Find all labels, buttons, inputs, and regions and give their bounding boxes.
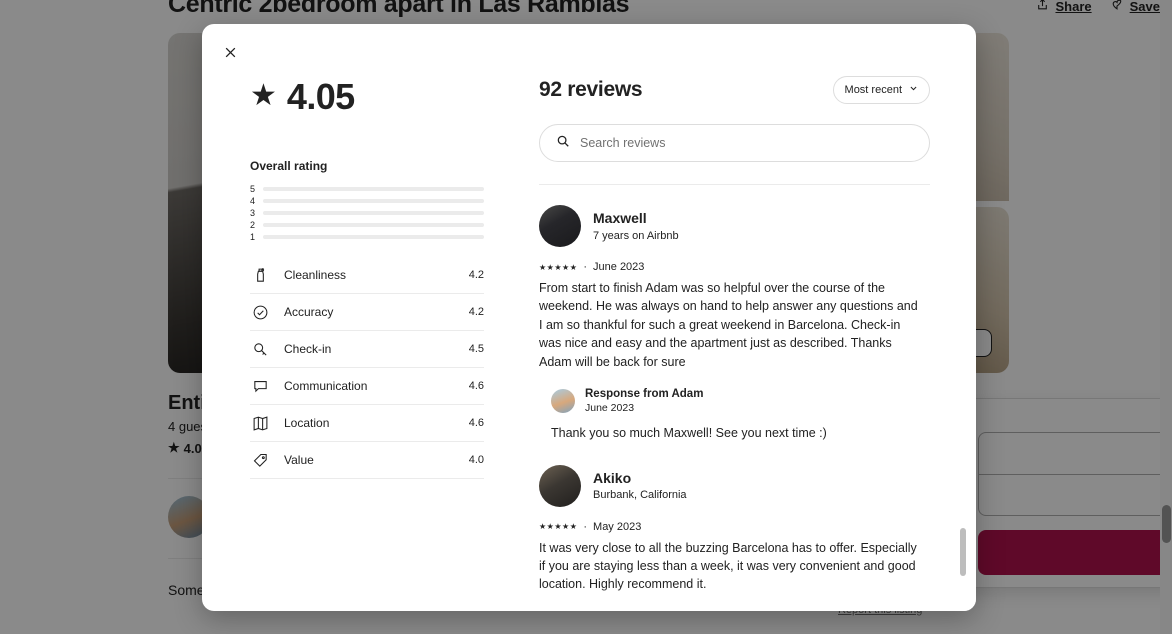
message-bubble-icon	[250, 376, 270, 396]
review-meta: ★★★★★ · May 2023	[539, 521, 924, 533]
reviews-count-title: 92 reviews	[539, 78, 643, 101]
search-reviews-field[interactable]	[539, 124, 930, 162]
reviewer-subtitle: 7 years on Airbnb	[593, 229, 679, 242]
search-input[interactable]	[580, 136, 913, 150]
rating-bar-row: 5	[250, 183, 484, 195]
reviewer-identity: Maxwell 7 years on Airbnb	[593, 210, 679, 242]
category-row-communication: Communication 4.6	[250, 368, 484, 405]
category-label: Value	[284, 453, 314, 467]
star-rating-icons: ★★★★★	[539, 262, 578, 272]
rating-bar-track	[263, 235, 484, 239]
reviewer-header: Akiko Burbank, California	[539, 464, 924, 507]
divider	[539, 184, 930, 185]
rating-bar-track	[263, 223, 484, 227]
star-icon: ★	[250, 79, 277, 112]
host-response-title: Response from Adam	[585, 610, 703, 612]
rating-level-label: 3	[250, 208, 256, 218]
category-value: 4.6	[468, 380, 484, 392]
reviews-header: 92 reviews Most recent	[539, 76, 946, 104]
star-rating-icons: ★★★★★	[539, 522, 578, 532]
reviewer-name: Maxwell	[593, 210, 647, 227]
host-response: Response from Adam June 2023 Thank you s…	[551, 387, 924, 443]
rating-bar-row: 2	[250, 219, 484, 231]
tag-icon	[250, 450, 270, 470]
review-meta: ★★★★★ · June 2023	[539, 261, 924, 273]
overall-rating-label: Overall rating	[250, 159, 328, 173]
screen: Centric 2bedroom apart in Las Ramblas Sh…	[0, 0, 1172, 634]
reviews-modal: ★ 4.05 Overall rating 5 4 3 2 1 Cleanlin…	[202, 24, 976, 611]
host-response-header: Response from Adam June 2023	[551, 387, 924, 414]
avatar	[539, 205, 581, 247]
category-row-checkin: Check-in 4.5	[250, 331, 484, 368]
review-text: It was very close to all the buzzing Bar…	[539, 540, 917, 592]
host-response-text: Thank you so much Maxwell! See you next …	[551, 426, 827, 441]
reviews-panel: 92 reviews Most recent Search reviews Ma…	[524, 68, 976, 611]
host-avatar	[551, 388, 575, 413]
host-response: Response from Adam June 2023 I appreciat…	[551, 610, 924, 612]
host-response-identity: Response from Adam June 2023	[585, 610, 703, 612]
category-ratings: Cleanliness 4.2 Accuracy 4.2 Check-in 4.…	[250, 257, 484, 479]
rating-bar-row: 1	[250, 231, 484, 243]
overall-score: ★ 4.05	[250, 76, 484, 118]
review-item: Maxwell 7 years on Airbnb ★★★★★ · June 2…	[539, 205, 924, 443]
rating-level-label: 2	[250, 220, 256, 230]
rating-bar-row: 3	[250, 207, 484, 219]
category-value: 4.0	[468, 454, 484, 466]
category-label: Cleanliness	[284, 268, 347, 282]
sort-dropdown[interactable]: Most recent	[832, 76, 930, 104]
map-icon	[250, 413, 270, 433]
review-date: May 2023	[593, 520, 642, 533]
category-label: Location	[284, 416, 330, 430]
category-row-accuracy: Accuracy 4.2	[250, 294, 484, 331]
avatar	[539, 464, 581, 507]
ratings-summary-panel: ★ 4.05 Overall rating 5 4 3 2 1 Cleanlin…	[202, 68, 524, 611]
rating-level-label: 5	[250, 184, 256, 194]
review-item: Akiko Burbank, California ★★★★★ · May 20…	[539, 464, 924, 612]
category-row-cleanliness: Cleanliness 4.2	[250, 257, 484, 294]
host-response-identity: Response from Adam June 2023	[585, 387, 703, 414]
host-response-header: Response from Adam June 2023	[551, 610, 924, 612]
host-response-date: June 2023	[585, 402, 635, 415]
key-icon	[250, 339, 270, 359]
review-separator: ·	[583, 261, 588, 273]
review-date: June 2023	[593, 261, 645, 273]
category-row-location: Location 4.6	[250, 405, 484, 442]
rating-bar-track	[263, 199, 484, 203]
category-row-value: Value 4.0	[250, 442, 484, 479]
spray-bottle-icon	[250, 265, 270, 285]
modal-scrollbar[interactable]	[960, 68, 966, 603]
chevron-down-icon	[909, 84, 918, 96]
reviews-list: Maxwell 7 years on Airbnb ★★★★★ · June 2…	[539, 205, 946, 611]
rating-bar-track	[263, 211, 484, 215]
category-value: 4.2	[468, 306, 484, 318]
reviewer-header: Maxwell 7 years on Airbnb	[539, 205, 924, 247]
category-label: Accuracy	[284, 305, 334, 319]
category-label: Check-in	[284, 342, 332, 356]
rating-level-label: 4	[250, 196, 256, 206]
check-circle-icon	[250, 302, 270, 322]
rating-bar-row: 4	[250, 195, 484, 207]
reviewer-identity: Akiko Burbank, California	[593, 470, 687, 502]
category-value: 4.5	[468, 343, 484, 355]
category-label: Communication	[284, 379, 368, 393]
search-icon	[556, 134, 570, 153]
modal-scrollbar-thumb[interactable]	[960, 528, 966, 576]
sort-dropdown-value: Most recent	[844, 84, 902, 96]
category-value: 4.2	[468, 269, 484, 281]
review-separator: ·	[583, 520, 588, 533]
overall-score-value: 4.05	[286, 76, 355, 117]
rating-distribution: 5 4 3 2 1	[250, 183, 484, 243]
rating-bar-track	[263, 187, 484, 191]
category-value: 4.6	[468, 417, 484, 429]
rating-level-label: 1	[250, 232, 256, 242]
modal-body: ★ 4.05 Overall rating 5 4 3 2 1 Cleanlin…	[202, 24, 976, 611]
reviewer-name: Akiko	[593, 469, 632, 486]
review-text: From start to finish Adam was so helpful…	[539, 281, 918, 369]
reviewer-subtitle: Burbank, California	[593, 489, 687, 502]
host-response-title: Response from Adam	[585, 387, 704, 400]
